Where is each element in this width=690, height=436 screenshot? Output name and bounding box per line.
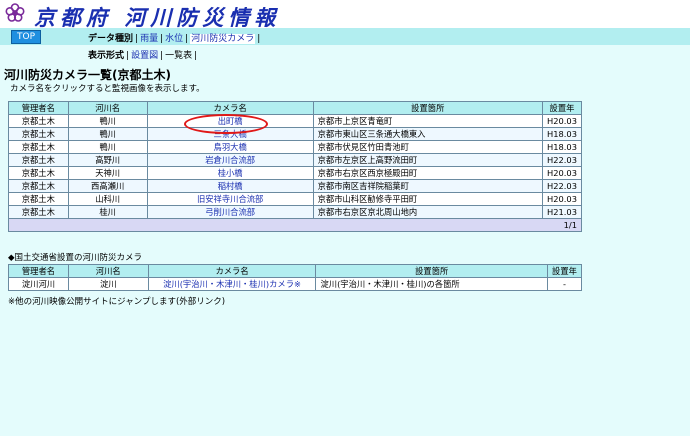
cell-location: 京都市東山区三条通大橋東入 xyxy=(312,127,543,141)
cell-manager: 京都土木 xyxy=(8,205,69,219)
col-river: 河川名 xyxy=(67,101,148,115)
col-manager: 管理者名 xyxy=(8,264,69,278)
camera-link[interactable]: 鳥羽大橋 xyxy=(146,140,314,154)
section2-title: ◆国土交通省設置の河川防災カメラ xyxy=(8,253,143,263)
col-river: 河川名 xyxy=(67,264,149,278)
cell-river: 鴨川 xyxy=(67,140,148,154)
cell-manager: 淀川河川 xyxy=(8,277,69,291)
external-link-note: ※他の河川映像公開サイトにジャンプします(外部リンク) xyxy=(8,297,226,307)
data-type-label: データ種別 xyxy=(88,34,134,44)
table-row: 京都土木 山科川 旧安祥寺川合流部 京都市山科区勧修寺平田町 H20.03 xyxy=(8,192,583,206)
cell-year: H18.03 xyxy=(541,127,583,141)
cell-year: H20.03 xyxy=(541,192,583,206)
table-row: 京都土木 西高瀬川 稲村橋 京都市南区吉祥院稲葉町 H22.03 xyxy=(8,179,583,193)
top-button[interactable]: TOP xyxy=(11,30,41,44)
nav-rainfall[interactable]: 雨量 xyxy=(140,34,158,44)
table-row: 京都土木 桂川 弓削川合流部 京都市右京区京北周山地内 H21.03 xyxy=(8,205,583,219)
kyoto-crest-icon xyxy=(5,3,25,22)
cell-year: H20.03 xyxy=(541,166,583,180)
nav-map-view[interactable]: 設置図 xyxy=(131,51,158,61)
cell-year: H22.03 xyxy=(541,179,583,193)
cell-manager: 京都土木 xyxy=(8,140,69,154)
camera-link[interactable]: 岩倉川合流部 xyxy=(146,153,314,167)
col-year: 設置年 xyxy=(546,264,583,278)
camera-link[interactable]: 稲村橋 xyxy=(146,179,314,193)
cell-river: 鴨川 xyxy=(67,114,148,128)
cell-location: 京都市右京区京北周山地内 xyxy=(312,205,543,219)
cell-location: 京都市上京区青竜町 xyxy=(312,114,543,128)
nav-list-view[interactable]: 一覧表 xyxy=(165,51,192,61)
camera-link[interactable]: 旧安祥寺川合流部 xyxy=(146,192,314,206)
nav-river-camera[interactable]: 河川防災カメラ xyxy=(190,34,256,44)
cell-river: 桂川 xyxy=(67,205,148,219)
col-year: 設置年 xyxy=(541,101,583,115)
cell-manager: 京都土木 xyxy=(8,179,69,193)
cell-location: 淀川(宇治川・木津川・桂川)の各箇所 xyxy=(315,277,548,291)
cell-year: H18.03 xyxy=(541,140,583,154)
cell-manager: 京都土木 xyxy=(8,166,69,180)
table-header-row: 管理者名 河川名 カメラ名 設置箇所 設置年 xyxy=(8,101,583,115)
cell-river: 鴨川 xyxy=(67,127,148,141)
cell-location: 京都市山科区勧修寺平田町 xyxy=(312,192,543,206)
page-indicator: 1/1 xyxy=(8,218,582,232)
table-header-row: 管理者名 河川名 カメラ名 設置箇所 設置年 xyxy=(8,264,583,278)
table-row: 京都土木 天神川 桂小橋 京都市右京区西京極殿田町 H20.03 xyxy=(8,166,583,180)
camera-link[interactable]: 桂小橋 xyxy=(146,166,314,180)
table-row: 京都土木 高野川 岩倉川合流部 京都市左京区上高野流田町 H22.03 xyxy=(8,153,583,167)
page-subtitle: カメラ名をクリックすると監視画像を表示します。 xyxy=(10,84,205,94)
col-camera: カメラ名 xyxy=(146,101,314,115)
cell-manager: 京都土木 xyxy=(8,127,69,141)
cell-year: - xyxy=(546,277,583,291)
col-camera: カメラ名 xyxy=(147,264,317,278)
table-row: 淀川河川 淀川 淀川(宇治川・木津川・桂川)カメラ※ 淀川(宇治川・木津川・桂川… xyxy=(8,277,583,291)
camera-link[interactable]: 淀川(宇治川・木津川・桂川)カメラ※ xyxy=(147,277,317,291)
table-row: 京都土木 鴨川 出町橋 京都市上京区青竜町 H20.03 xyxy=(8,114,583,128)
camera-table: 管理者名 河川名 カメラ名 設置箇所 設置年 京都土木 鴨川 出町橋 京都市上京… xyxy=(8,101,583,232)
cell-location: 京都市南区吉祥院稲葉町 xyxy=(312,179,543,193)
col-location: 設置箇所 xyxy=(312,101,543,115)
cell-location: 京都市右京区西京極殿田町 xyxy=(312,166,543,180)
cell-river: 淀川 xyxy=(67,277,149,291)
data-type-nav: データ種別 | 雨量 | 水位 | 河川防災カメラ | xyxy=(88,34,261,44)
table-footer: 1/1 xyxy=(8,218,582,232)
cell-year: H21.03 xyxy=(541,205,583,219)
display-format-nav: 表示形式 | 設置図 | 一覧表 | xyxy=(88,51,198,61)
cell-river: 高野川 xyxy=(67,153,148,167)
cell-river: 西高瀬川 xyxy=(67,179,148,193)
table-row: 京都土木 鴨川 鳥羽大橋 京都市伏見区竹田青池町 H18.03 xyxy=(8,140,583,154)
cell-location: 京都市左京区上高野流田町 xyxy=(312,153,543,167)
cell-location: 京都市伏見区竹田青池町 xyxy=(312,140,543,154)
table-row: 京都土木 鴨川 三条大橋 京都市東山区三条通大橋東入 H18.03 xyxy=(8,127,583,141)
mlit-camera-table: 管理者名 河川名 カメラ名 設置箇所 設置年 淀川河川 淀川 淀川(宇治川・木津… xyxy=(8,264,583,291)
display-format-label: 表示形式 xyxy=(88,51,125,61)
col-manager: 管理者名 xyxy=(8,101,69,115)
camera-link[interactable]: 弓削川合流部 xyxy=(146,205,314,219)
cell-year: H20.03 xyxy=(541,114,583,128)
page-title: 河川防災カメラ一覧(京都土木) xyxy=(4,68,171,82)
cell-manager: 京都土木 xyxy=(8,153,69,167)
cell-manager: 京都土木 xyxy=(8,192,69,206)
highlight-ellipse xyxy=(184,114,268,134)
nav-water-level[interactable]: 水位 xyxy=(165,34,183,44)
cell-river: 天神川 xyxy=(67,166,148,180)
cell-river: 山科川 xyxy=(67,192,148,206)
col-location: 設置箇所 xyxy=(315,264,548,278)
cell-manager: 京都土木 xyxy=(8,114,69,128)
cell-year: H22.03 xyxy=(541,153,583,167)
